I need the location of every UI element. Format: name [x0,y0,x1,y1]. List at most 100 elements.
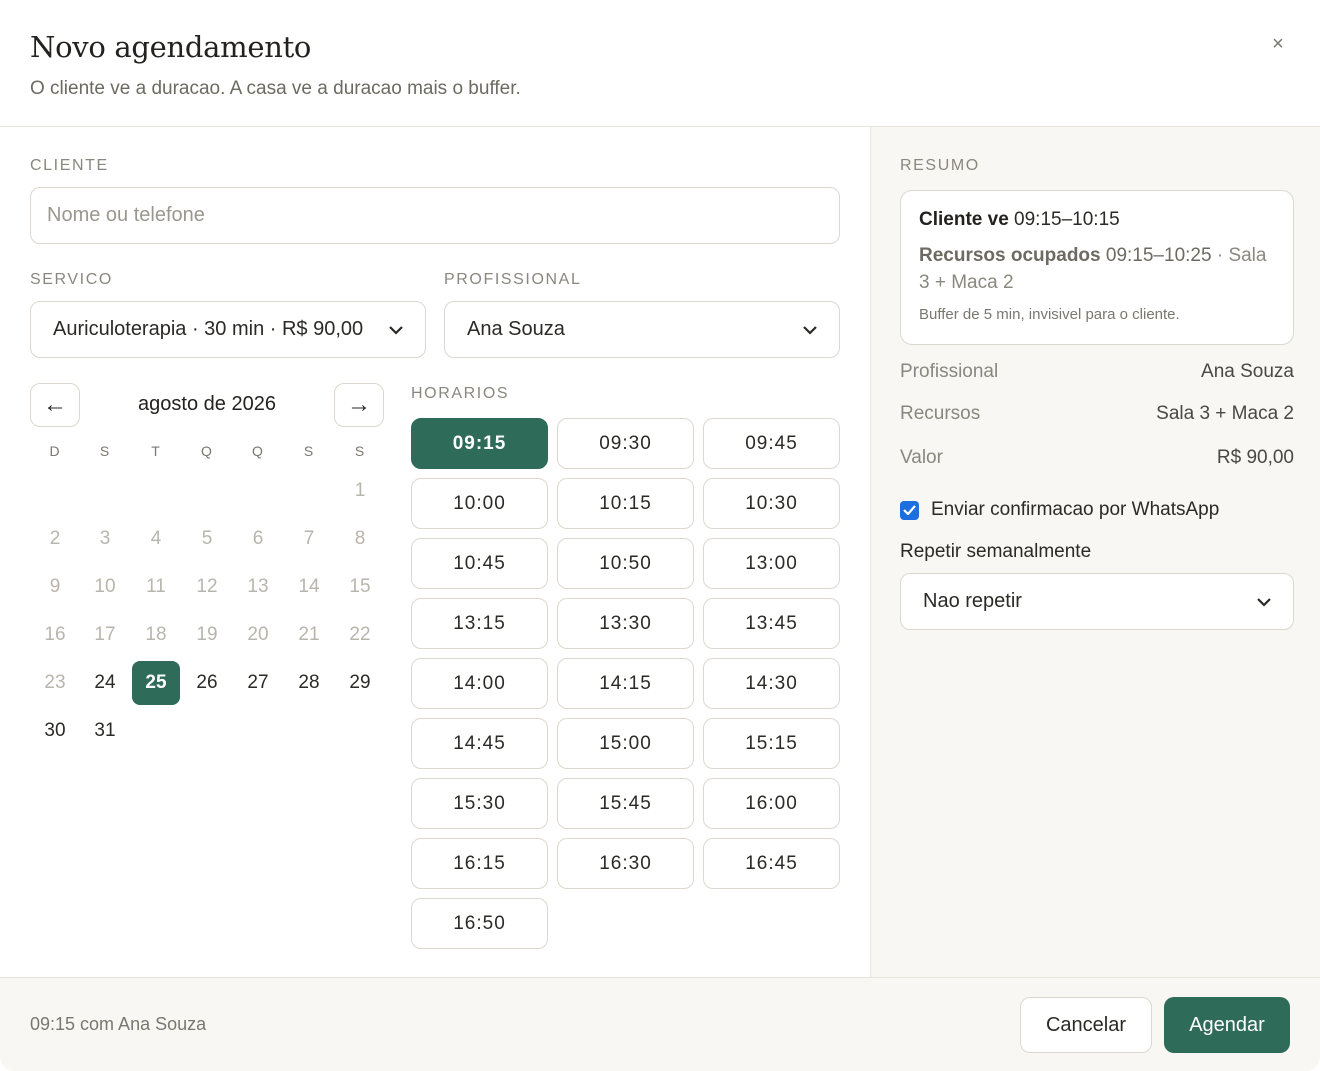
calendar-day: 13 [247,576,269,597]
repeat-label: Repetir semanalmente [900,541,1092,562]
time-slot[interactable]: 10:15 [557,478,694,529]
calendar-day: 10 [94,576,116,597]
time-slot[interactable]: 10:30 [703,478,840,529]
repeat-selected-value: Nao repetir [923,590,1022,612]
calendar-day: 16 [44,624,66,645]
recursos-ocupados-time: 09:15–10:25 [1105,245,1212,266]
time-slot[interactable]: 10:45 [411,538,548,589]
time-slot[interactable]: 13:15 [411,598,548,649]
time-slot[interactable]: 16:30 [557,838,694,889]
calendar-day[interactable]: 26 [183,661,231,705]
booking-form: CLIENTE SERVICO Auriculoterapia · 30 min… [0,127,870,977]
time-slot[interactable]: 16:15 [411,838,548,889]
chevron-down-icon [389,322,403,338]
summary-key: Recursos [900,403,981,424]
cliente-ve-time: 09:15–10:15 [1014,209,1120,230]
time-slot[interactable]: 16:45 [703,838,840,889]
resumo-label: RESUMO [900,157,980,174]
time-slot-selected[interactable]: 09:15 [411,418,548,469]
recursos-ocupados-label: Recursos ocupados [919,245,1101,266]
time-slot[interactable]: 13:30 [557,598,694,649]
summary-card: Cliente ve 09:15–10:15 Recursos ocupados… [900,190,1294,345]
summary-panel: RESUMO Cliente ve 09:15–10:15 Recursos o… [870,127,1320,977]
time-slot[interactable]: 13:45 [703,598,840,649]
time-slot[interactable]: 14:45 [411,718,548,769]
calendar-day-selected[interactable]: 25 [132,661,180,705]
calendar-month-title: agosto de 2026 [138,393,276,415]
modal-header: Novo agendamento O cliente ve a duracao.… [0,0,1320,127]
cliente-search-input[interactable] [30,187,840,244]
time-slot[interactable]: 09:45 [703,418,840,469]
summary-row-recursos: Recursos Sala 3 + Maca 2 [900,403,1294,425]
time-slot[interactable]: 15:00 [557,718,694,769]
weekday-header: Q [201,443,213,459]
servico-select[interactable]: Auriculoterapia · 30 min · R$ 90,00 [30,301,426,358]
calendar-day: 20 [247,624,269,645]
next-month-button[interactable]: → [334,383,384,427]
calendar-day: 9 [49,576,61,597]
profissional-selected-value: Ana Souza [467,318,565,340]
weekday-header: T [151,443,161,459]
footer-summary: 09:15 com Ana Souza [30,1014,207,1034]
recursos-line: Recursos ocupados 09:15–10:25 · Sala 3 +… [919,242,1279,296]
arrow-left-icon: ← [43,391,67,418]
cliente-label: CLIENTE [30,157,109,174]
time-slot[interactable]: 14:15 [557,658,694,709]
prev-month-button[interactable]: ← [30,383,80,427]
calendar-day: 19 [196,624,218,645]
time-slot[interactable]: 15:15 [703,718,840,769]
cancel-button[interactable]: Cancelar [1020,997,1152,1053]
calendar-day: 22 [349,624,371,645]
time-slot[interactable]: 15:30 [411,778,548,829]
time-slot[interactable]: 13:00 [703,538,840,589]
profissional-select[interactable]: Ana Souza [444,301,840,358]
chevron-down-icon [1257,594,1271,610]
calendar-day[interactable]: 28 [285,661,333,705]
calendar-day: 5 [201,528,213,549]
time-slot[interactable]: 15:45 [557,778,694,829]
time-slot[interactable]: 14:00 [411,658,548,709]
summary-key: Profissional [900,361,999,382]
summary-value: R$ 90,00 [1216,447,1294,468]
weekday-header: S [303,443,315,459]
cliente-ve-line: Cliente ve 09:15–10:15 [919,209,1120,231]
arrow-right-icon: → [347,391,371,418]
summary-key: Valor [900,447,943,468]
whatsapp-checkbox-label[interactable]: Enviar confirmacao por WhatsApp [931,499,1219,521]
weekday-header: S [99,443,111,459]
whatsapp-confirm-row[interactable]: Enviar confirmacao por WhatsApp [900,499,1219,521]
servico-selected-value: Auriculoterapia · 30 min · R$ 90,00 [53,318,364,340]
calendar-day: 11 [146,576,166,597]
calendar-day: 6 [252,528,264,549]
calendar-day[interactable]: 31 [81,709,129,753]
servico-label: SERVICO [30,271,113,288]
time-slot[interactable]: 09:30 [557,418,694,469]
calendar-day[interactable]: 27 [234,661,282,705]
time-slot[interactable]: 16:00 [703,778,840,829]
calendar-day[interactable]: 30 [31,709,79,753]
time-slot[interactable]: 14:30 [703,658,840,709]
calendar-day[interactable]: 24 [81,661,129,705]
buffer-note: Buffer de 5 min, invisivel para o client… [919,306,1180,323]
weekday-header: S [354,443,366,459]
calendar-day: 15 [349,576,371,597]
calendar-day: 17 [94,624,116,645]
whatsapp-checkbox[interactable] [900,500,919,520]
modal-footer: 09:15 com Ana Souza Cancelar Agendar [0,977,1320,1071]
profissional-label: PROFISSIONAL [444,271,582,288]
time-slot[interactable]: 10:50 [557,538,694,589]
summary-value: Sala 3 + Maca 2 [1156,403,1294,424]
repeat-select[interactable]: Nao repetir [900,573,1294,630]
agendar-button[interactable]: Agendar [1164,997,1290,1053]
calendar-day: 21 [298,624,320,645]
modal-title: Novo agendamento [30,30,312,64]
calendar-day: 14 [298,576,320,597]
time-slot[interactable]: 16:50 [411,898,548,949]
close-icon[interactable]: × [1264,30,1292,58]
modal-subtitle: O cliente ve a duracao. A casa ve a dura… [30,78,521,99]
calendar-day[interactable]: 29 [336,661,384,705]
time-slot[interactable]: 10:00 [411,478,548,529]
cliente-ve-label: Cliente ve [919,209,1009,230]
summary-row-valor: Valor R$ 90,00 [900,447,1294,469]
calendar-day: 12 [196,576,218,597]
